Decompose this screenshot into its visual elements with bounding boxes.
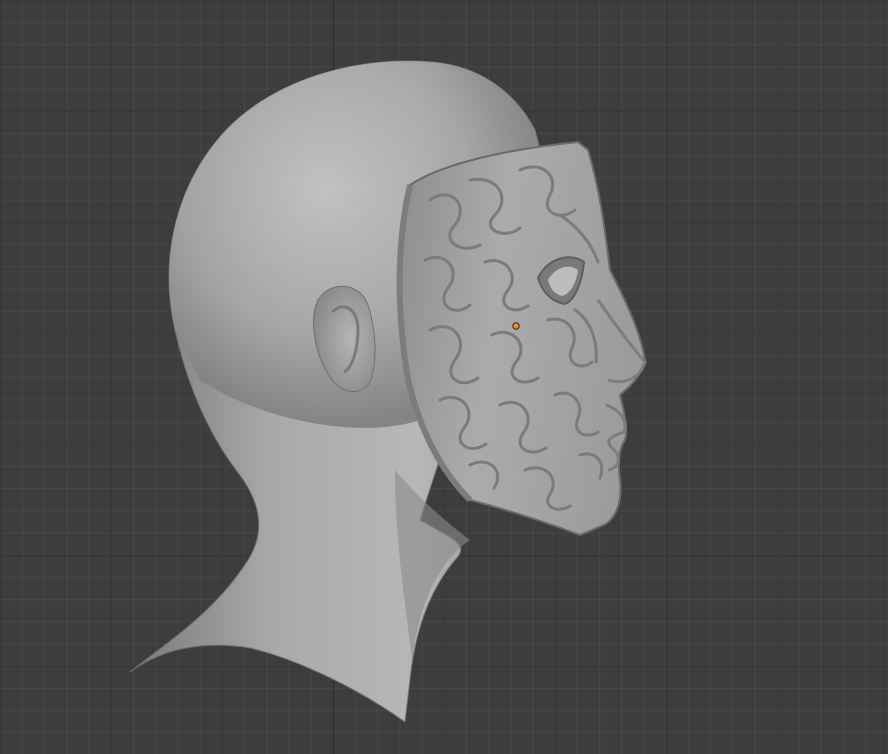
sculpt-model[interactable] bbox=[0, 0, 888, 754]
3d-viewport[interactable] bbox=[0, 0, 888, 754]
ornate-mask-mesh bbox=[398, 140, 647, 537]
object-origin-dot[interactable] bbox=[512, 322, 520, 330]
